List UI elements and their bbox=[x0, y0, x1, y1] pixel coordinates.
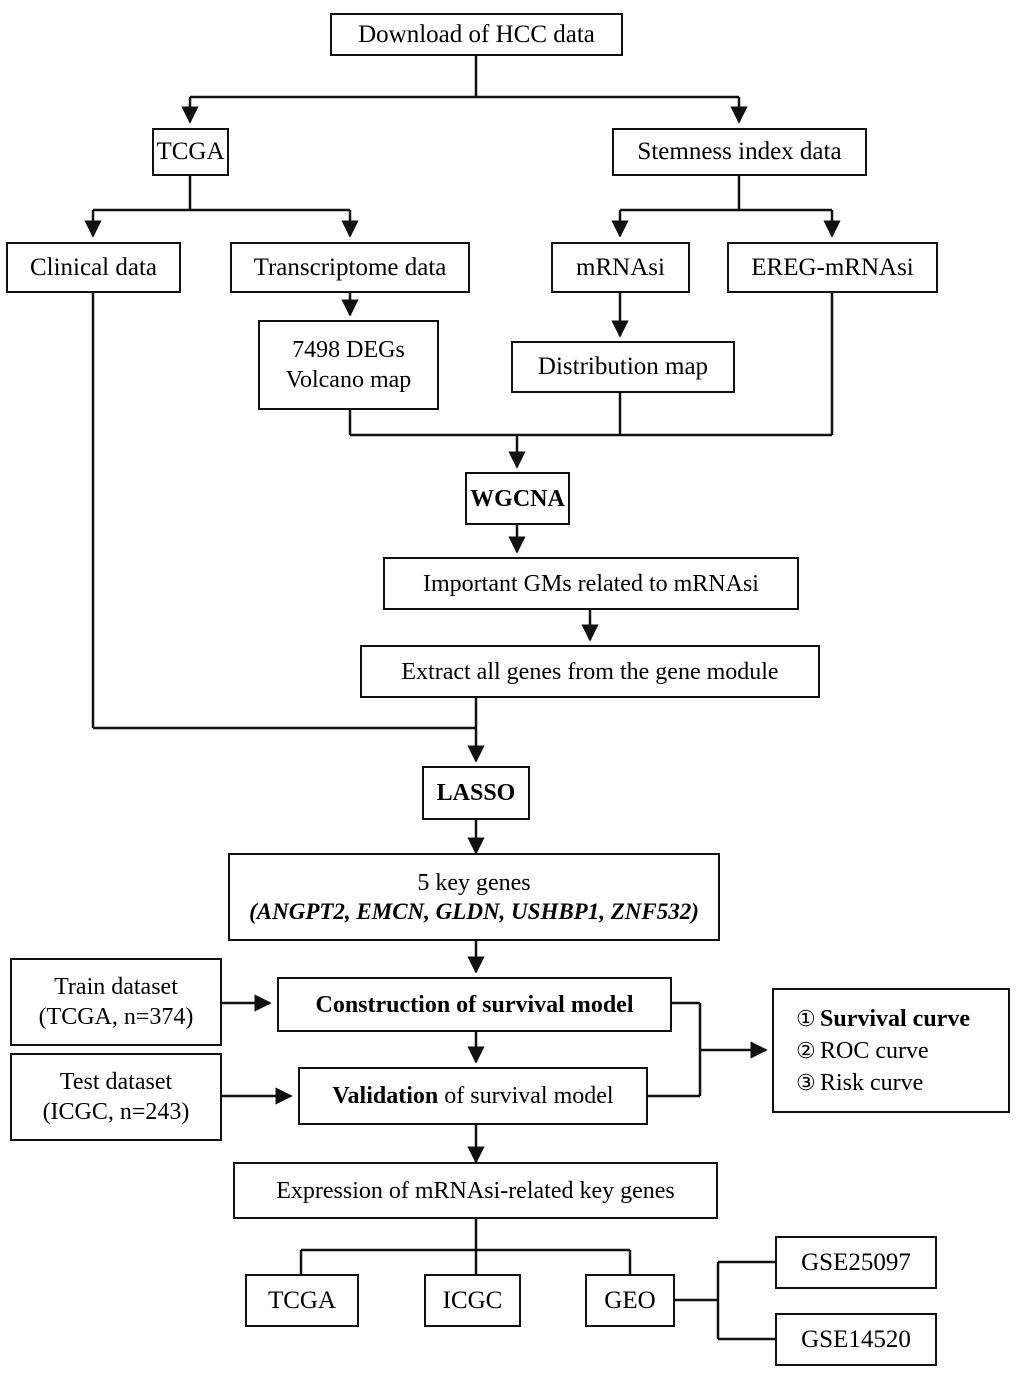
node-validation-survival-model: Validation of survival model bbox=[298, 1067, 648, 1125]
circled-number-2-icon: ② bbox=[796, 1037, 816, 1063]
node-download-hcc-data-label: Download of HCC data bbox=[358, 20, 595, 48]
node-transcriptome-data-label: Transcriptome data bbox=[253, 253, 447, 281]
circled-number-3-icon: ③ bbox=[796, 1069, 816, 1095]
output-item-survival-curve-label: Survival curve bbox=[820, 1005, 970, 1032]
node-tcga-source: TCGA bbox=[152, 128, 229, 176]
node-stemness-index-data-label: Stemness index data bbox=[637, 138, 842, 166]
node-test-dataset-detail: (ICGC, n=243) bbox=[42, 1099, 190, 1125]
node-clinical-data: Clinical data bbox=[6, 242, 181, 293]
node-extract-all-genes: Extract all genes from the gene module bbox=[360, 645, 820, 698]
node-five-key-genes-list: (ANGPT2, EMCN, GLDN, USHBP1, ZNF532) bbox=[249, 898, 699, 924]
node-wgcna-label: WGCNA bbox=[470, 485, 565, 512]
node-test-dataset: Test dataset (ICGC, n=243) bbox=[10, 1053, 222, 1141]
node-degs-count-label: 7498 DEGs bbox=[292, 337, 405, 363]
node-ereg-mrnasi: EREG-mRNAsi bbox=[727, 242, 938, 293]
circled-number-1-icon: ① bbox=[796, 1005, 816, 1031]
node-volcano-map-label: Volcano map bbox=[285, 367, 412, 393]
flowchart-canvas: Download of HCC data TCGA Stemness index… bbox=[0, 0, 1020, 1375]
output-item-risk-curve-label: Risk curve bbox=[820, 1069, 924, 1096]
node-important-gms: Important GMs related to mRNAsi bbox=[383, 557, 799, 610]
node-distribution-map-label: Distribution map bbox=[537, 353, 709, 381]
node-mrnasi: mRNAsi bbox=[551, 242, 690, 293]
node-transcriptome-data: Transcriptome data bbox=[230, 242, 470, 293]
node-validation-survival-model-emphasis: Validation bbox=[332, 1083, 439, 1109]
output-item-survival-curve: ① Survival curve bbox=[796, 1004, 1008, 1034]
node-icgc-validation-label: ICGC bbox=[442, 1286, 503, 1314]
node-gse25097-label: GSE25097 bbox=[801, 1248, 911, 1276]
analysis-outputs-list: ① Survival curve ② ROC curve ③ Risk curve bbox=[774, 1002, 1008, 1100]
node-validation-survival-model-rest: of survival model bbox=[438, 1083, 614, 1109]
node-distribution-map: Distribution map bbox=[511, 341, 735, 393]
node-construction-survival-model: Construction of survival model bbox=[277, 977, 672, 1032]
node-stemness-index-data: Stemness index data bbox=[612, 128, 867, 176]
node-gse25097: GSE25097 bbox=[775, 1236, 937, 1289]
node-ereg-mrnasi-label: EREG-mRNAsi bbox=[751, 253, 914, 281]
node-train-dataset-title: Train dataset bbox=[54, 974, 178, 1000]
node-icgc-validation: ICGC bbox=[424, 1274, 521, 1327]
node-tcga-source-label: TCGA bbox=[156, 138, 225, 166]
node-geo-validation: GEO bbox=[585, 1274, 675, 1327]
node-download-hcc-data: Download of HCC data bbox=[330, 13, 623, 56]
node-important-gms-label: Important GMs related to mRNAsi bbox=[423, 570, 759, 597]
node-five-key-genes-title: 5 key genes bbox=[417, 869, 531, 896]
node-degs-volcano-map: 7498 DEGs Volcano map bbox=[258, 320, 439, 410]
node-clinical-data-label: Clinical data bbox=[29, 253, 158, 281]
output-item-roc-curve: ② ROC curve bbox=[796, 1036, 1008, 1066]
node-expression-key-genes-label: Expression of mRNAsi-related key genes bbox=[276, 1177, 675, 1204]
output-item-roc-curve-label: ROC curve bbox=[820, 1037, 929, 1064]
panel-analysis-outputs: ① Survival curve ② ROC curve ③ Risk curve bbox=[772, 988, 1010, 1113]
node-test-dataset-title: Test dataset bbox=[59, 1069, 173, 1095]
node-train-dataset: Train dataset (TCGA, n=374) bbox=[10, 958, 222, 1046]
node-lasso: LASSO bbox=[422, 766, 530, 820]
node-expression-key-genes: Expression of mRNAsi-related key genes bbox=[233, 1162, 718, 1219]
node-lasso-label: LASSO bbox=[436, 780, 516, 806]
node-extract-all-genes-label: Extract all genes from the gene module bbox=[401, 658, 779, 685]
node-train-dataset-detail: (TCGA, n=374) bbox=[38, 1004, 194, 1030]
node-construction-survival-model-label: Construction of survival model bbox=[315, 991, 634, 1018]
node-tcga-validation: TCGA bbox=[245, 1274, 359, 1327]
output-item-risk-curve: ③ Risk curve bbox=[796, 1068, 1008, 1098]
node-gse14520-label: GSE14520 bbox=[801, 1325, 911, 1353]
node-mrnasi-label: mRNAsi bbox=[576, 253, 665, 281]
node-wgcna: WGCNA bbox=[465, 472, 570, 525]
node-tcga-validation-label: TCGA bbox=[267, 1286, 337, 1314]
node-gse14520: GSE14520 bbox=[775, 1313, 937, 1366]
node-geo-validation-label: GEO bbox=[604, 1286, 656, 1314]
node-five-key-genes: 5 key genes (ANGPT2, EMCN, GLDN, USHBP1,… bbox=[228, 853, 720, 941]
